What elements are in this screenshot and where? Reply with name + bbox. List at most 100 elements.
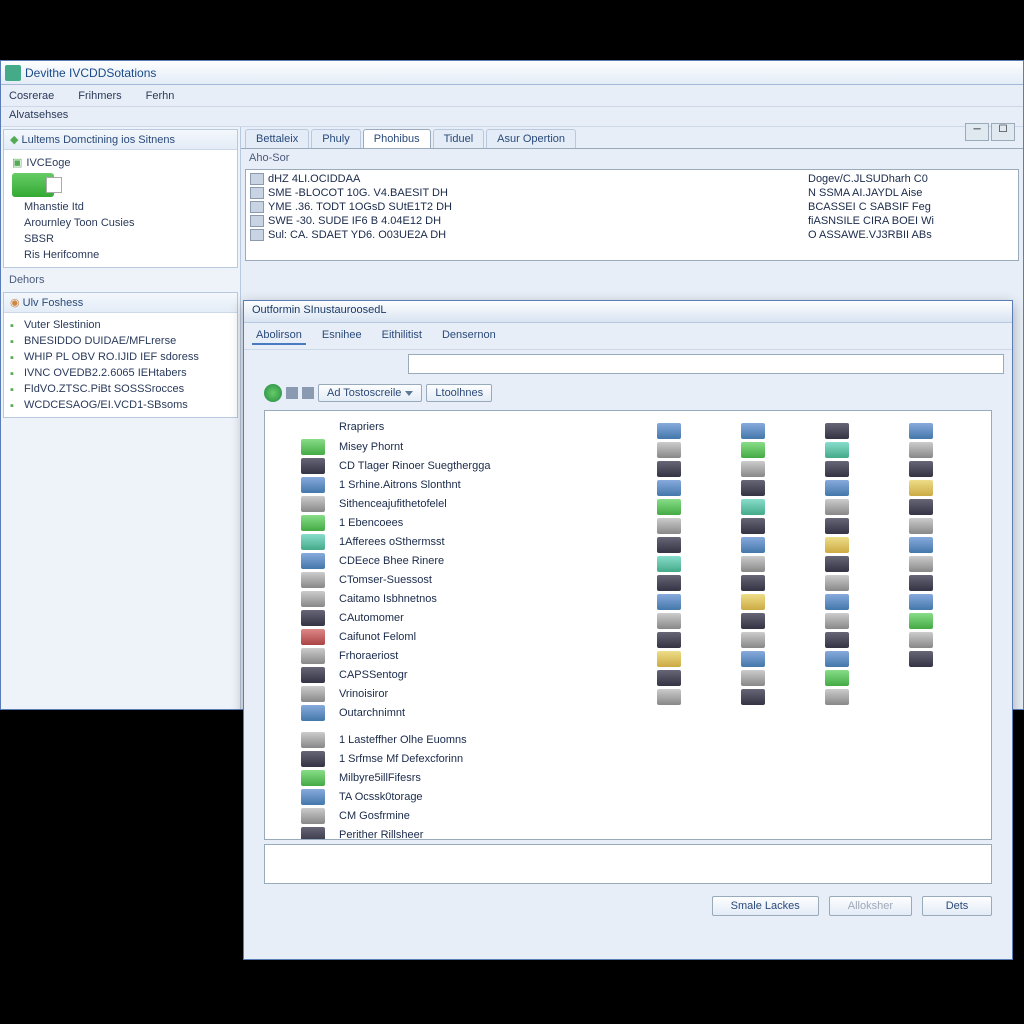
grid-icon[interactable]	[657, 518, 681, 534]
grid-icon[interactable]	[909, 537, 933, 553]
dialog-tab-0[interactable]: Abolirson	[252, 327, 306, 345]
list-row[interactable]: SWE -30. SUDE IF6 B 4.04E12 DH	[248, 214, 806, 228]
category-item[interactable]: 1 Ebencoees	[277, 513, 637, 532]
list-row[interactable]: dHZ 4LI.OCIDDAA	[248, 172, 806, 186]
grid-icon[interactable]	[741, 670, 765, 686]
tool-icon[interactable]	[302, 387, 314, 399]
tool-icon[interactable]	[286, 387, 298, 399]
grid-icon[interactable]	[657, 537, 681, 553]
list-row[interactable]: SME -BLOCOT 10G. V4.BAESIT DH	[248, 186, 806, 200]
grid-icon[interactable]	[741, 537, 765, 553]
menu-item-0[interactable]: Cosrerae	[9, 90, 54, 102]
category-item[interactable]: CAPSSentogr	[277, 665, 637, 684]
grid-icon[interactable]	[909, 461, 933, 477]
sub-tab[interactable]: Alvatsehses	[1, 107, 1023, 127]
category-item[interactable]: CDEece Bhee Rinere	[277, 551, 637, 570]
grid-icon[interactable]	[825, 518, 849, 534]
grid-icon[interactable]	[909, 556, 933, 572]
category-item[interactable]: CD Tlager Rinoer Suegthergga	[277, 456, 637, 475]
grid-icon[interactable]	[741, 480, 765, 496]
tree-item[interactable]: Mhanstie Itd	[8, 199, 233, 215]
category-item[interactable]: CTomser-Suessost	[277, 570, 637, 589]
grid-icon[interactable]	[657, 461, 681, 477]
grid-icon[interactable]	[909, 651, 933, 667]
category-item[interactable]: 1Afferees oSthermsst	[277, 532, 637, 551]
grid-icon[interactable]	[657, 689, 681, 705]
grid-icon[interactable]	[825, 689, 849, 705]
grid-icon[interactable]	[909, 613, 933, 629]
grid-icon[interactable]	[825, 423, 849, 439]
grid-icon[interactable]	[657, 613, 681, 629]
grid-icon[interactable]	[909, 594, 933, 610]
category-item[interactable]: TA Ocssk0torage	[277, 787, 637, 806]
minimize-button[interactable]: ─	[965, 123, 989, 141]
category-item[interactable]: Frhoraeriost	[277, 646, 637, 665]
maximize-button[interactable]: ☐	[991, 123, 1015, 141]
grid-icon[interactable]	[825, 613, 849, 629]
category-item[interactable]: 1 Lasteffher Olhe Euomns	[277, 730, 637, 749]
menu-item-1[interactable]: Frihmers	[78, 90, 121, 102]
grid-icon[interactable]	[825, 575, 849, 591]
category-item[interactable]: Perither Rillsheer	[277, 825, 637, 840]
tab-2[interactable]: Phohibus	[363, 129, 431, 148]
category-item[interactable]: Caifunot Feloml	[277, 627, 637, 646]
list-row[interactable]: O ASSAWE.VJ3RBII ABs	[806, 228, 1016, 242]
tree-item[interactable]: ▪FIdVO.ZTSC.PiBt SOSSSrocces	[8, 381, 233, 397]
category-item[interactable]: Caitamo Isbhnetnos	[277, 589, 637, 608]
grid-icon[interactable]	[741, 632, 765, 648]
dialog-tab-2[interactable]: Eithilitist	[378, 327, 426, 345]
grid-icon[interactable]	[825, 461, 849, 477]
category-item[interactable]: Milbyre5illFifesrs	[277, 768, 637, 787]
grid-icon[interactable]	[909, 442, 933, 458]
tree-item[interactable]: Ris Herifcomne	[8, 247, 233, 263]
tab-1[interactable]: Phuly	[311, 129, 361, 148]
tree-item[interactable]: ▪WHIP PL OBV RO.IJID IEF sdoress	[8, 349, 233, 365]
grid-icon[interactable]	[909, 632, 933, 648]
grid-icon[interactable]	[741, 613, 765, 629]
grid-icon[interactable]	[741, 423, 765, 439]
grid-icon[interactable]	[825, 651, 849, 667]
grid-icon[interactable]	[657, 651, 681, 667]
tab-3[interactable]: Tiduel	[433, 129, 485, 148]
grid-icon[interactable]	[909, 499, 933, 515]
grid-icon[interactable]	[741, 499, 765, 515]
grid-icon[interactable]	[825, 499, 849, 515]
menu-item-2[interactable]: Ferhn	[146, 90, 175, 102]
grid-icon[interactable]	[657, 575, 681, 591]
tree-item[interactable]: ▣IVCEoge	[8, 154, 233, 171]
tree-item[interactable]: ▪BNESIDDO DUIDAE/MFLrerse	[8, 333, 233, 349]
grid-icon[interactable]	[657, 442, 681, 458]
grid-icon[interactable]	[741, 518, 765, 534]
grid-icon[interactable]	[825, 556, 849, 572]
search-input[interactable]	[408, 354, 1004, 374]
list-row[interactable]: BCASSEI C SABSIF Feg	[806, 200, 1016, 214]
grid-icon[interactable]	[909, 423, 933, 439]
tree-item[interactable]: ▪IVNC OVEDB2.2.6065 IEHtabers	[8, 365, 233, 381]
dialog-tab-1[interactable]: Esnihee	[318, 327, 366, 345]
tree-item[interactable]: ▪WCDCESAOG/EI.VCD1-SBsoms	[8, 397, 233, 413]
tree-item-folder[interactable]	[8, 171, 233, 199]
close-button[interactable]: Dets	[922, 896, 992, 916]
grid-icon[interactable]	[657, 480, 681, 496]
category-item[interactable]: Outarchnimnt	[277, 703, 637, 722]
grid-icon[interactable]	[825, 480, 849, 496]
middle-button[interactable]: Alloksher	[829, 896, 912, 916]
tab-4[interactable]: Asur Opertion	[486, 129, 576, 148]
grid-icon[interactable]	[741, 461, 765, 477]
data-list[interactable]: dHZ 4LI.OCIDDAASME -BLOCOT 10G. V4.BAESI…	[245, 169, 1019, 261]
grid-icon[interactable]	[657, 670, 681, 686]
add-button[interactable]: Ad Tostoscreile	[318, 384, 422, 402]
grid-icon[interactable]	[909, 518, 933, 534]
grid-icon[interactable]	[657, 499, 681, 515]
category-item[interactable]: CAutomomer	[277, 608, 637, 627]
grid-icon[interactable]	[741, 689, 765, 705]
grid-icon[interactable]	[825, 442, 849, 458]
tree-item[interactable]: ▪Vuter Slestinion	[8, 317, 233, 333]
grid-icon[interactable]	[657, 594, 681, 610]
category-item[interactable]: 1 Srfmse Mf Defexcforinn	[277, 749, 637, 768]
grid-icon[interactable]	[825, 594, 849, 610]
category-item[interactable]: Misey Phornt	[277, 437, 637, 456]
save-button[interactable]: Smale Lackes	[712, 896, 819, 916]
list-row[interactable]: Sul: CA. SDAET YD6. O03UE2A DH	[248, 228, 806, 242]
grid-icon[interactable]	[909, 480, 933, 496]
